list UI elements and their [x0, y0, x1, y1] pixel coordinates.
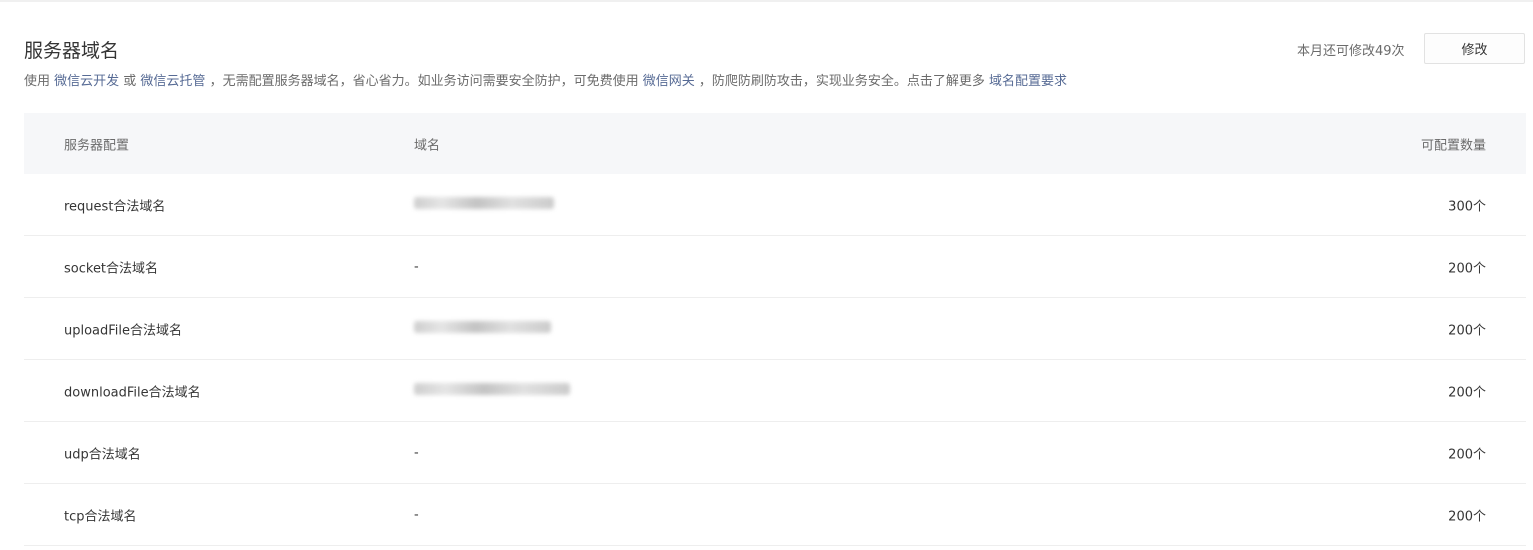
link-cloud-hosting[interactable]: 微信云托管 [140, 74, 205, 89]
link-domain-requirements[interactable]: 域名配置要求 [989, 74, 1067, 89]
blurred-domain [414, 196, 554, 209]
row-config: tcp合法域名 [64, 509, 137, 524]
table-row: tcp合法域名 - 200个 [24, 484, 1526, 546]
header-config: 服务器配置 [64, 138, 130, 153]
description-text: 使用 微信云开发 或 微信云托管 ，无需配置服务器域名，省心省力。如业务访问需要… [24, 70, 1067, 89]
header-domain: 域名 [414, 138, 441, 153]
row-quantity: 200个 [1448, 385, 1486, 400]
link-wechat-gateway[interactable]: 微信网关 [643, 74, 695, 89]
table-row: uploadFile合法域名 200个 [24, 298, 1526, 360]
row-quantity: 200个 [1448, 509, 1486, 524]
row-config: request合法域名 [64, 199, 166, 214]
row-config: socket合法域名 [64, 261, 159, 276]
row-quantity: 300个 [1448, 199, 1486, 214]
link-cloud-dev[interactable]: 微信云开发 [54, 74, 119, 89]
row-domain: - [414, 445, 419, 460]
table-row: socket合法域名 - 200个 [24, 236, 1526, 298]
desc-text-2: 或 [119, 74, 141, 89]
row-domain [414, 382, 570, 399]
desc-text-1: 使用 [24, 74, 55, 89]
domain-table: 服务器配置 域名 可配置数量 request合法域名 300个 socket合法… [24, 113, 1526, 546]
table-row: downloadFile合法域名 200个 [24, 360, 1526, 422]
desc-text-4: ，防爬防刷防攻击，实现业务安全。点击了解更多 [694, 74, 989, 89]
row-config: uploadFile合法域名 [64, 323, 183, 338]
row-quantity: 200个 [1448, 323, 1486, 338]
row-config: downloadFile合法域名 [64, 385, 201, 400]
page-title: 服务器域名 [24, 40, 120, 62]
header-quantity: 可配置数量 [1420, 138, 1486, 153]
row-quantity: 200个 [1448, 447, 1486, 462]
top-divider [0, 0, 1533, 2]
blurred-domain [414, 320, 551, 333]
table-row: udp合法域名 - 200个 [24, 422, 1526, 484]
row-domain: - [414, 259, 419, 274]
table-header: 服务器配置 域名 可配置数量 [24, 113, 1526, 174]
row-domain [414, 320, 551, 337]
modify-button[interactable]: 修改 [1424, 33, 1525, 64]
row-domain: - [414, 507, 419, 522]
row-domain [414, 196, 554, 213]
remaining-modifications: 本月还可修改49次 [1297, 44, 1405, 59]
blurred-domain [414, 382, 570, 395]
row-config: udp合法域名 [64, 447, 141, 462]
row-quantity: 200个 [1448, 261, 1486, 276]
desc-text-3: ，无需配置服务器域名，省心省力。如业务访问需要安全防护，可免费使用 [205, 74, 643, 89]
table-row: request合法域名 300个 [24, 174, 1526, 236]
